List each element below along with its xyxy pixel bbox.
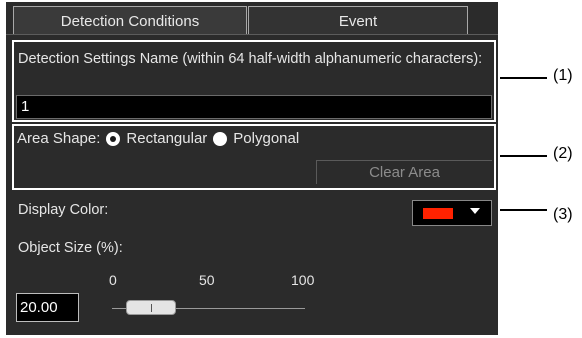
slider-tick-50: 50 [199, 272, 215, 288]
tab-divider [6, 34, 498, 35]
slider-tick-0: 0 [109, 272, 117, 288]
display-color-label: Display Color: [18, 202, 109, 218]
clear-area-button[interactable]: Clear Area [316, 160, 492, 184]
radio-polygonal[interactable] [213, 131, 228, 146]
dropdown-arrow-icon [470, 208, 480, 214]
callout-3: (3) [553, 206, 573, 223]
callout-1: (1) [553, 67, 573, 84]
tab-detection-conditions[interactable]: Detection Conditions [13, 6, 247, 35]
settings-panel: Detection Conditions Event Detection Set… [6, 2, 498, 335]
object-size-label: Object Size (%): [18, 240, 123, 256]
tab-event[interactable]: Event [248, 6, 468, 35]
callout-2: (2) [553, 145, 573, 162]
color-swatch [423, 208, 453, 219]
radio-rectangular-label[interactable]: Rectangular [126, 130, 207, 147]
callout-line-1 [500, 77, 547, 79]
detection-name-input[interactable]: 1 [16, 95, 492, 119]
area-shape-row: Area Shape: Rectangular Polygonal [17, 130, 299, 147]
object-size-slider-thumb[interactable] [126, 300, 176, 315]
callout-line-3 [500, 209, 547, 211]
display-color-dropdown[interactable] [412, 200, 492, 226]
callout-line-2 [500, 155, 547, 157]
object-size-input[interactable]: 20.00 [16, 293, 79, 322]
detection-name-label: Detection Settings Name (within 64 half-… [18, 51, 483, 67]
area-shape-label: Area Shape: [17, 130, 101, 147]
radio-rectangular[interactable] [106, 131, 121, 146]
slider-tick-100: 100 [291, 272, 315, 288]
radio-polygonal-label[interactable]: Polygonal [233, 130, 299, 147]
